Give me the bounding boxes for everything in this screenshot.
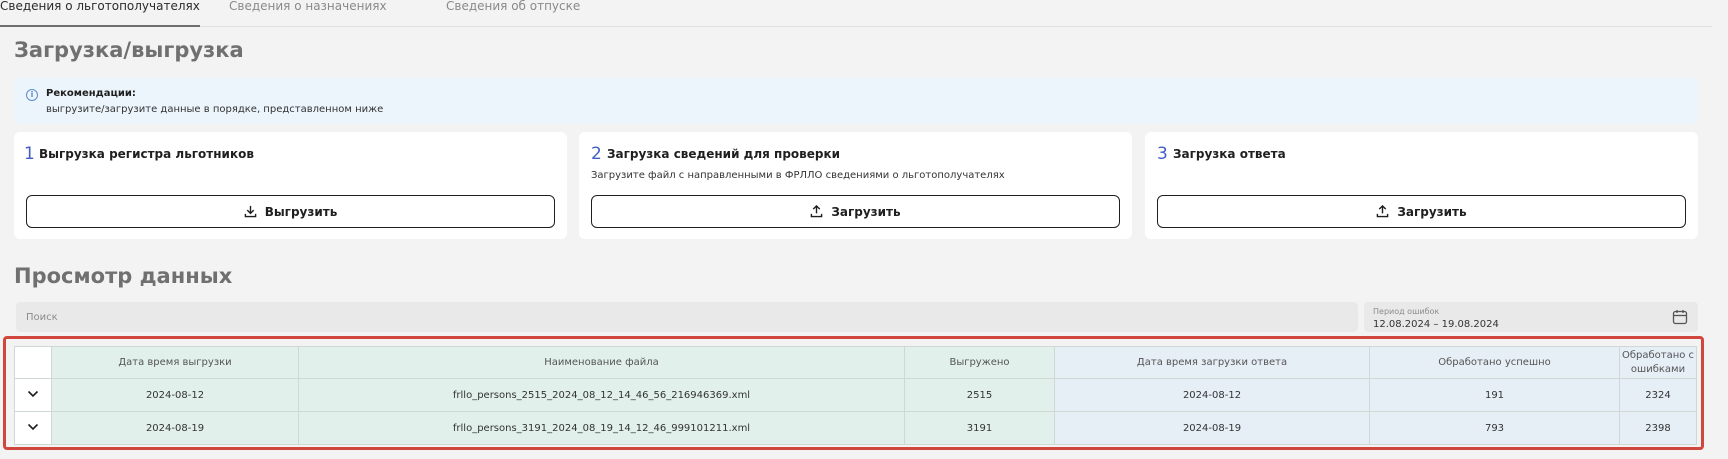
header-exported[interactable]: Выгружено [904, 346, 1055, 379]
section-title-data-view: Просмотр данных [14, 264, 233, 288]
card-title: Загрузка ответа [1173, 147, 1286, 161]
upload-response-button[interactable]: Загрузить [1157, 195, 1686, 228]
header-processed-errors[interactable]: Обработано с ошибками [1619, 346, 1697, 379]
tab-dispensing[interactable]: Сведения об отпуске [446, 0, 580, 27]
card-export-register: 1 Выгрузка регистра льготников Выгрузить [14, 132, 567, 239]
tab-beneficiaries[interactable]: Сведения о льготополучателях [0, 0, 200, 27]
upload-check-button-label: Загрузить [831, 204, 901, 219]
export-button[interactable]: Выгрузить [26, 195, 555, 228]
header-expand [14, 346, 52, 379]
chevron-down-icon[interactable] [27, 423, 39, 431]
expand-toggle[interactable] [14, 378, 52, 412]
header-file-name[interactable]: Наименование файла [298, 346, 905, 379]
data-table: Дата время выгрузки Наименование файла В… [14, 346, 1697, 445]
cell-response-date: 2024-08-12 [1054, 378, 1370, 412]
upload-response-button-label: Загрузить [1397, 204, 1467, 219]
card-upload-response: 3 Загрузка ответа Загрузить [1145, 132, 1698, 239]
calendar-icon[interactable] [1672, 309, 1688, 325]
export-button-label: Выгрузить [264, 204, 338, 219]
cell-file-name: frllo_persons_3191_2024_08_19_14_12_46_9… [298, 411, 905, 445]
cell-export-date: 2024-08-19 [51, 411, 299, 445]
card-title: Загрузка сведений для проверки [607, 147, 841, 161]
cell-processed-errors: 2324 [1619, 378, 1697, 412]
cell-response-date: 2024-08-19 [1054, 411, 1370, 445]
info-icon: i [26, 89, 38, 101]
search-placeholder: Поиск [26, 312, 58, 323]
cell-processed-ok: 191 [1369, 378, 1620, 412]
cell-processed-errors: 2398 [1619, 411, 1697, 445]
cell-processed-ok: 793 [1369, 411, 1620, 445]
cell-exported: 3191 [904, 411, 1055, 445]
upload-icon [811, 205, 823, 218]
tab-bar: Сведения о льготополучателях Сведения о … [0, 0, 1712, 27]
step-number: 1 [24, 144, 35, 164]
upload-icon [1377, 205, 1389, 218]
download-icon [244, 205, 256, 218]
table-row[interactable]: 2024-08-19 frllo_persons_3191_2024_08_19… [14, 411, 1697, 445]
card-upload-check: 2 Загрузка сведений для проверки Загрузи… [579, 132, 1132, 239]
card-description: Загрузите файл с направленными в ФРЛЛО с… [591, 170, 1005, 181]
header-response-date[interactable]: Дата время загрузки ответа [1054, 346, 1370, 379]
cell-exported: 2515 [904, 378, 1055, 412]
chevron-down-icon[interactable] [27, 390, 39, 398]
table-header-row: Дата время выгрузки Наименование файла В… [14, 346, 1697, 379]
recommendation-banner: i Рекомендации: выгрузите/загрузите данн… [14, 78, 1698, 124]
expand-toggle[interactable] [14, 411, 52, 445]
period-label: Период ошибок [1373, 307, 1440, 316]
search-input[interactable]: Поиск [16, 302, 1358, 332]
recommendation-title: Рекомендации: [46, 88, 136, 99]
section-title-upload: Загрузка/выгрузка [14, 38, 244, 62]
header-export-date[interactable]: Дата время выгрузки [51, 346, 299, 379]
cell-file-name: frllo_persons_2515_2024_08_12_14_46_56_2… [298, 378, 905, 412]
table-row[interactable]: 2024-08-12 frllo_persons_2515_2024_08_12… [14, 378, 1697, 412]
step-number: 2 [591, 144, 602, 164]
header-processed-ok[interactable]: Обработано успешно [1369, 346, 1620, 379]
card-title: Выгрузка регистра льготников [39, 147, 254, 161]
cell-export-date: 2024-08-12 [51, 378, 299, 412]
error-period-field[interactable]: Период ошибок 12.08.2024 – 19.08.2024 [1364, 302, 1698, 332]
recommendation-text: выгрузите/загрузите данные в порядке, пр… [46, 104, 384, 115]
tab-appointments[interactable]: Сведения о назначениях [229, 0, 387, 27]
upload-check-button[interactable]: Загрузить [591, 195, 1120, 228]
step-number: 3 [1157, 144, 1168, 164]
period-value: 12.08.2024 – 19.08.2024 [1373, 319, 1499, 330]
